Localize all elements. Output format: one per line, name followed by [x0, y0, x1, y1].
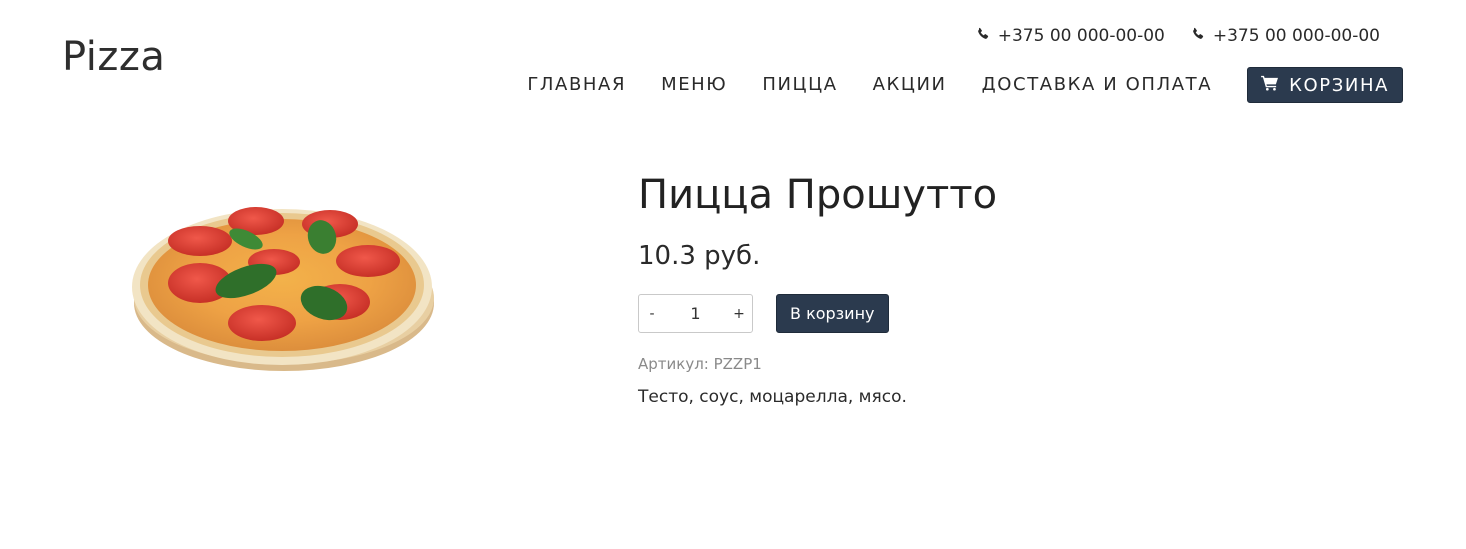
- nav-item-home[interactable]: ГЛАВНАЯ: [527, 67, 626, 103]
- nav-item-pizza[interactable]: ПИЦЦА: [762, 67, 837, 103]
- buy-row: - + В корзину: [638, 294, 997, 333]
- product-description: Тесто, соус, моцарелла, мясо.: [638, 387, 907, 407]
- cart-label: КОРЗИНА: [1289, 74, 1389, 96]
- quantity-stepper: - +: [638, 294, 753, 333]
- nav-item-promotions[interactable]: АКЦИИ: [873, 67, 947, 103]
- cart-button[interactable]: КОРЗИНА: [1247, 67, 1403, 103]
- phone-list: +375 00 000-00-00 +375 00 000-00-00: [976, 26, 1380, 46]
- nav-item-menu[interactable]: МЕНЮ: [661, 67, 727, 103]
- phone-number: +375 00 000-00-00: [1212, 26, 1380, 46]
- quantity-input[interactable]: [665, 295, 726, 332]
- phone-icon: [976, 26, 990, 46]
- main-nav: ГЛАВНАЯ МЕНЮ ПИЦЦА АКЦИИ ДОСТАВКА И ОПЛА…: [492, 67, 1403, 103]
- phone-link-2[interactable]: +375 00 000-00-00: [1191, 26, 1380, 46]
- phone-link-1[interactable]: +375 00 000-00-00: [976, 26, 1165, 46]
- product-title: Пицца Прошутто: [638, 172, 998, 218]
- phone-icon: [1191, 26, 1205, 46]
- product-price: 10.3 руб.: [638, 241, 761, 271]
- quantity-decrement-button[interactable]: -: [639, 295, 665, 332]
- product-sku: Артикул: PZZP1: [638, 355, 762, 373]
- cart-icon: [1261, 75, 1279, 96]
- add-to-cart-button[interactable]: В корзину: [776, 294, 889, 333]
- quantity-increment-button[interactable]: +: [726, 295, 752, 332]
- phone-number: +375 00 000-00-00: [997, 26, 1165, 46]
- site-logo[interactable]: Pizza: [62, 34, 165, 80]
- nav-item-delivery[interactable]: ДОСТАВКА И ОПЛАТА: [982, 67, 1213, 103]
- pizza-image: [128, 195, 440, 377]
- product-details: Пицца Прошутто 10.3 руб. - + В корзину А…: [638, 170, 997, 407]
